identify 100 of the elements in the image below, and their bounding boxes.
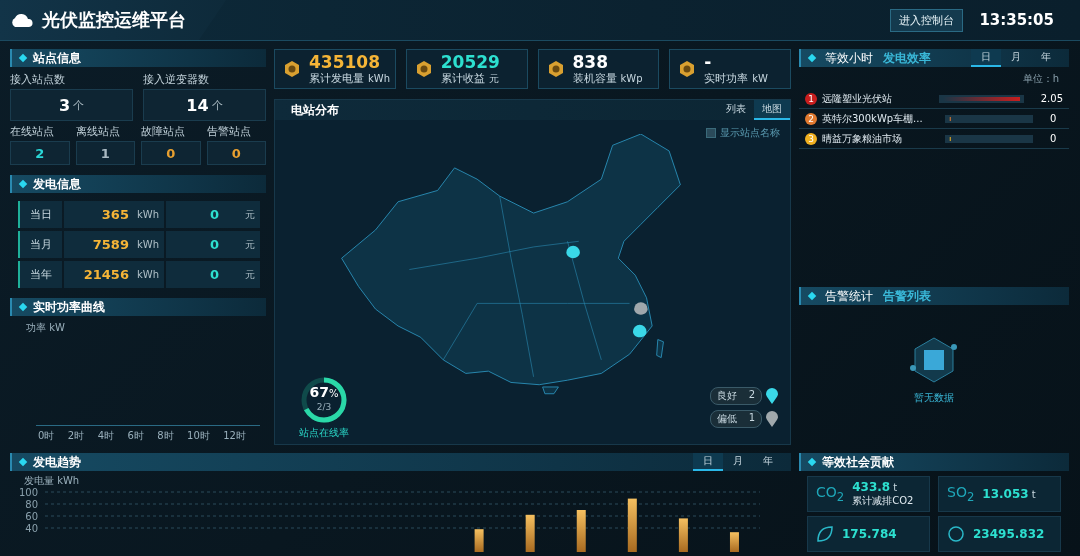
medal-icon: [285, 61, 299, 77]
bar: [627, 498, 637, 552]
platform-title: 光伏监控运维平台: [42, 8, 186, 32]
kpi-value: -: [704, 52, 713, 71]
status-count: 2: [10, 141, 70, 165]
gas-symbol: SO$_{2}$: [947, 484, 975, 504]
unit-label: kWh: [136, 239, 159, 250]
axis-tick-label: 6时: [127, 429, 144, 443]
station-name: 远隆塑业光伏站: [822, 91, 893, 106]
axis-label: 功率 kW: [26, 321, 66, 335]
panel-tab[interactable]: 告警列表: [883, 287, 931, 305]
axis-tick-label: 60: [25, 510, 38, 522]
period-tab[interactable]: 年: [1031, 49, 1061, 67]
kpi-label: 累计收益: [440, 70, 485, 86]
status-label: 故障站点: [141, 124, 186, 139]
period-tab[interactable]: 月: [1001, 49, 1031, 67]
period-tab[interactable]: 日: [971, 49, 1001, 67]
map-pin-icon: [632, 324, 647, 338]
kpi-value: 20529: [440, 52, 500, 71]
period-label: 当月: [20, 231, 62, 258]
legend-count: 1: [748, 412, 755, 425]
contribution-value: 13.053: [982, 487, 1029, 501]
unit-label: kWp: [620, 72, 643, 84]
panel-title: 发电信息: [33, 175, 81, 193]
energy-value: 21456: [83, 267, 129, 282]
panel-tab[interactable]: 发电效率: [883, 49, 931, 67]
unit-label: 元: [245, 237, 255, 252]
total-label: 接入站点数: [10, 72, 66, 87]
unit-label: kWh: [368, 72, 391, 84]
rate-label: 站点在线率: [299, 426, 349, 440]
axis-tick-label: 2时: [67, 429, 85, 443]
contribution-value: 23495.832: [973, 527, 1045, 541]
bar: [474, 529, 484, 552]
unit-label: t: [1031, 489, 1036, 500]
unit-label: 元: [245, 207, 255, 222]
panel-title: 电站分布: [291, 101, 339, 119]
kpi-label: 装机容量: [572, 70, 617, 86]
unit-label: kWh: [136, 209, 159, 220]
gas-symbol: CO$_{2}$: [816, 484, 845, 504]
axis-label: 发电量 kWh: [24, 474, 81, 488]
map-pin-icon: [566, 245, 580, 259]
total-label: 接入逆变器数: [143, 72, 210, 87]
empty-state-text: 暂无数据: [914, 391, 954, 405]
status-count: 1: [75, 141, 135, 165]
panel-title: 发电趋势: [33, 453, 81, 471]
view-tab[interactable]: 地图: [754, 100, 790, 120]
axis-tick-label: 0时: [38, 429, 55, 443]
console-button[interactable]: 进入控制台: [890, 8, 964, 32]
medal-icon: [416, 61, 431, 77]
axis-tick-label: 40: [25, 522, 38, 534]
axis-tick-label: 4时: [97, 429, 114, 443]
rank-badge: 1: [805, 92, 817, 105]
period-tab[interactable]: 月: [723, 453, 753, 471]
map-pin-icon: [634, 302, 648, 315]
total-value: 3: [58, 95, 71, 115]
leaf-icon: [816, 525, 834, 543]
bar: [525, 514, 535, 552]
unit-label: 个: [73, 97, 85, 113]
checkbox[interactable]: [706, 128, 716, 138]
status-count: 0: [206, 141, 266, 165]
panel-tab[interactable]: 告警统计: [825, 287, 873, 305]
period-tab[interactable]: 年: [753, 453, 783, 471]
kpi-label: 实时功率: [704, 70, 749, 86]
legend-label: 偏低: [716, 412, 737, 426]
income-value: 0: [209, 267, 219, 282]
unit-label: 个: [211, 97, 223, 113]
axis-tick-label: 8时: [157, 429, 174, 443]
panel-title: 等效社会贡献: [822, 453, 894, 471]
kpi-value: 838: [572, 52, 609, 71]
view-tab[interactable]: 列表: [718, 100, 754, 120]
rank-badge: 2: [805, 112, 817, 125]
station-name: 晴益万象粮油市场: [822, 131, 903, 146]
contribution-value: 175.784: [842, 527, 897, 541]
contribution-value: 433.8: [852, 480, 891, 494]
unit-label: 单位：h: [1022, 72, 1059, 86]
income-value: 0: [209, 207, 219, 222]
legend-label: 良好: [716, 389, 737, 403]
period-tab[interactable]: 日: [693, 453, 723, 471]
energy-value: 365: [101, 207, 129, 222]
energy-value: 7589: [92, 237, 129, 252]
rate-fraction: 2/3: [316, 402, 332, 412]
unit-label: 元: [488, 71, 499, 86]
efficiency-value: 0: [1050, 113, 1057, 124]
panel-title: 实时功率曲线: [33, 298, 105, 316]
efficiency-value: 0: [1050, 133, 1057, 144]
total-value: 14: [186, 95, 209, 115]
bar: [678, 518, 688, 552]
cloud-icon: [10, 13, 34, 27]
clock-time: 13:35:05: [979, 11, 1054, 29]
period-label: 当日: [20, 201, 62, 228]
panel-tab[interactable]: 等效小时: [825, 49, 873, 67]
axis-tick-label: 12时: [223, 429, 246, 443]
unit-label: kWh: [136, 269, 159, 280]
panel-title: 站点信息: [33, 49, 81, 67]
efficiency-value: 2.05: [1040, 93, 1063, 104]
status-label: 在线站点: [10, 124, 55, 139]
percent-sign: %: [329, 388, 339, 399]
medal-icon: [548, 61, 563, 77]
bar: [576, 510, 586, 552]
circle-icon: [947, 525, 965, 543]
